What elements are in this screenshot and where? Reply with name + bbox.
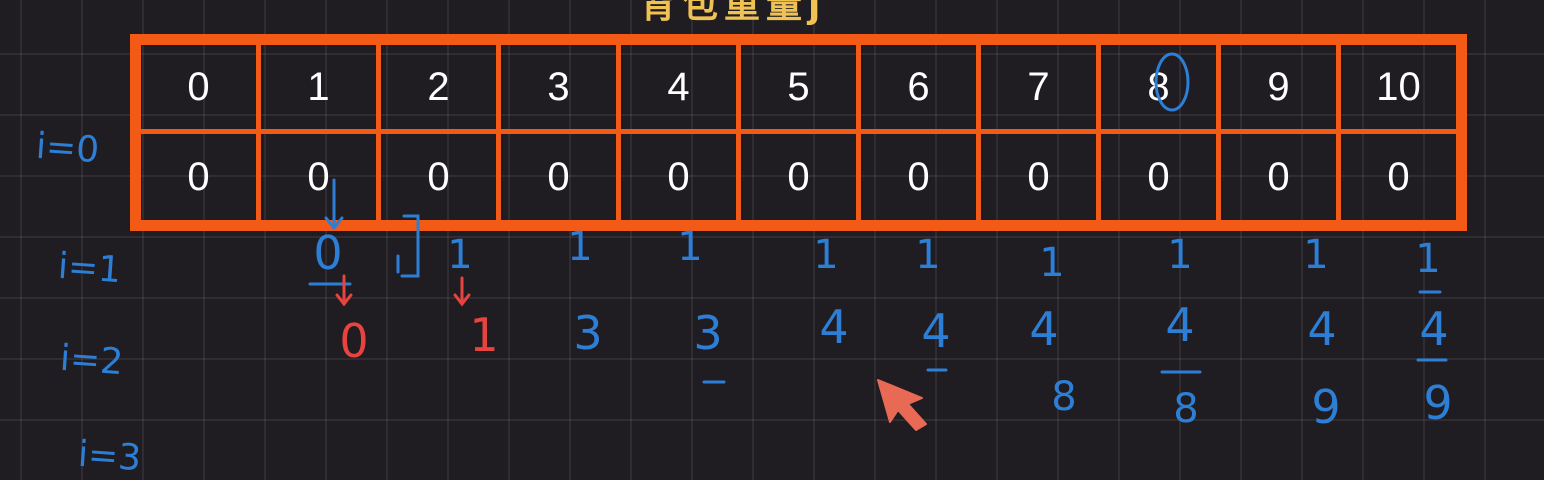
handwritten-annotations	[308, 52, 1448, 431]
red-down-arrow-icon	[453, 276, 471, 307]
red-down-arrow-icon	[335, 274, 353, 307]
circle-mark-icon	[1154, 52, 1190, 112]
cursor-pointer-icon	[877, 379, 927, 431]
down-arrow-icon	[324, 178, 344, 231]
bracket-mark-icon	[396, 214, 420, 278]
